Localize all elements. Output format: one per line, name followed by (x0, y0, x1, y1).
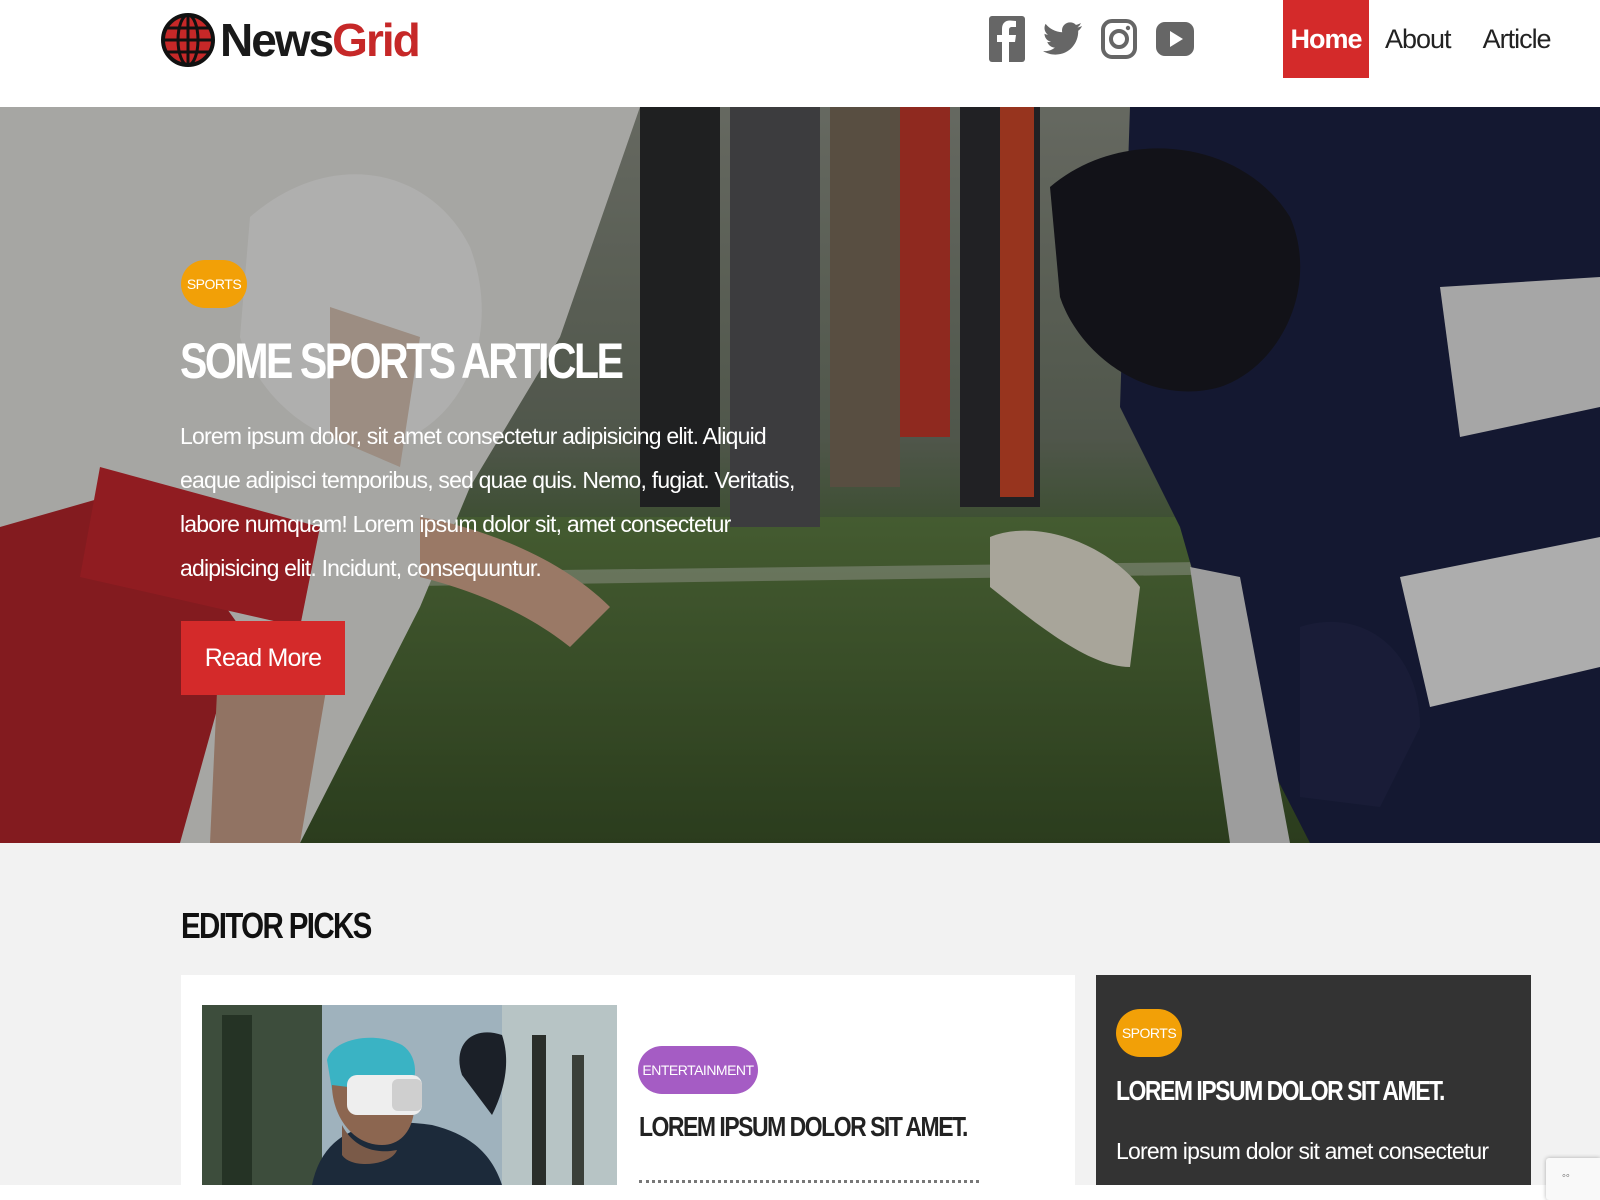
instagram-link[interactable] (1098, 12, 1140, 66)
logo-text-news: News (220, 14, 334, 66)
editor-picks-heading: Editor Picks (181, 905, 372, 946)
site-logo[interactable]: NewsGrid (160, 0, 421, 80)
hero-section: Sports Some Sports Article Lorem ipsum d… (0, 107, 1600, 843)
hero-category-badge[interactable]: Sports (181, 260, 247, 308)
logo-text: NewsGrid (220, 14, 421, 66)
card-image[interactable] (202, 1005, 617, 1185)
side-card-title[interactable]: Lorem ipsum dolor sit amet. (1116, 1075, 1445, 1107)
card-title[interactable]: Lorem ipsum dolor sit amet. (639, 1111, 968, 1143)
card-category-badge[interactable]: Entertainment (638, 1046, 758, 1094)
side-card-excerpt: Lorem ipsum dolor sit amet consectetur (1116, 1138, 1489, 1164)
globe-logo-icon (161, 13, 215, 67)
read-more-button[interactable]: Read More (181, 621, 345, 695)
facebook-link[interactable] (986, 12, 1028, 66)
nav-home[interactable]: Home (1283, 0, 1369, 78)
hero-excerpt: Lorem ipsum dolor, sit amet consectetur … (180, 423, 795, 581)
recaptcha-badge[interactable]: ◦◦ (1546, 1158, 1600, 1200)
site-header: NewsGrid Home About Article (0, 0, 1600, 107)
recaptcha-label: ◦◦ (1562, 1170, 1570, 1182)
logo-text-grid: Grid (332, 14, 421, 66)
hero-title: Some Sports Article (180, 333, 624, 389)
nav-about[interactable]: About (1369, 0, 1467, 78)
editor-pick-card-side[interactable]: Sports Lorem ipsum dolor sit amet. Lorem… (1096, 975, 1531, 1185)
editor-pick-card-main[interactable]: Entertainment Lorem ipsum dolor sit amet… (181, 975, 1075, 1200)
side-card-category-badge[interactable]: Sports (1116, 1009, 1182, 1057)
vr-headset-photo (202, 1005, 617, 1185)
youtube-icon (1156, 22, 1194, 56)
social-links (986, 12, 1196, 66)
twitter-icon (1043, 22, 1082, 55)
nav-article[interactable]: Article (1467, 0, 1567, 78)
viewport-bottom-edge (0, 1185, 1600, 1200)
instagram-icon (1101, 19, 1137, 59)
facebook-icon (989, 16, 1025, 62)
main-nav: Home About Article (1283, 0, 1567, 78)
youtube-link[interactable] (1154, 12, 1196, 66)
twitter-link[interactable] (1042, 12, 1084, 66)
